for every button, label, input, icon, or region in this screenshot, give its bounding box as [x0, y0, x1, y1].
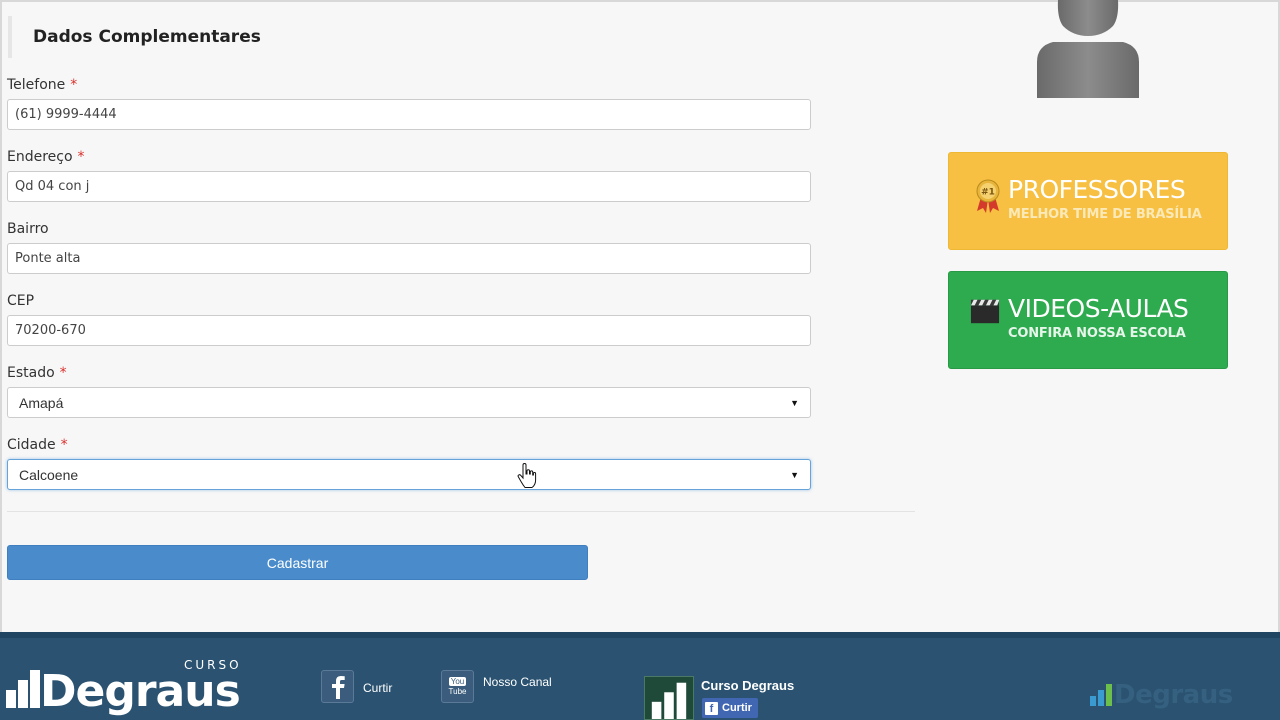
cadastrar-button[interactable]: Cadastrar: [7, 545, 588, 580]
fb-like-button[interactable]: f Curtir: [702, 698, 758, 718]
required-marker: *: [59, 365, 67, 381]
promo-subtitle: MELHOR TIME DE BRASÍLIA: [1008, 207, 1202, 222]
page-logo-icon: [644, 676, 694, 720]
logo-brand-text: Degraus: [1114, 680, 1233, 710]
award-ribbon-icon: #1: [976, 179, 1000, 213]
youtube-label: Nosso Canal: [483, 675, 552, 689]
telefone-label: Telefone *: [7, 77, 78, 93]
cidade-select[interactable]: Calcoene ▼: [7, 459, 811, 490]
estado-select[interactable]: Amapá ▼: [7, 387, 811, 418]
dropdown-caret-icon: ▼: [790, 469, 799, 480]
section-header: Dados Complementares: [8, 16, 261, 58]
cep-label: CEP: [7, 293, 35, 309]
bairro-label: Bairro: [7, 221, 49, 237]
section-title: Dados Complementares: [33, 27, 261, 47]
hand-cursor-icon: [517, 463, 537, 488]
page-name: Curso Degraus: [701, 678, 795, 693]
promo-title: VIDEOS-AULAS: [1008, 294, 1189, 323]
endereco-input[interactable]: Qd 04 con j: [7, 171, 811, 202]
footer-logo[interactable]: CURSO Degraus: [6, 658, 246, 720]
stairs-logo-icon: [1090, 684, 1112, 706]
cidade-label: Cidade *: [7, 437, 68, 453]
required-marker: *: [60, 437, 68, 453]
facebook-icon: f: [705, 701, 718, 715]
cep-input[interactable]: 70200-670: [7, 315, 811, 346]
promo-title: PROFESSORES: [1008, 175, 1186, 204]
dropdown-caret-icon: ▼: [790, 397, 799, 408]
facebook-icon: [321, 670, 354, 703]
youtube-icon: You Tube: [441, 670, 474, 703]
promo-subtitle: CONFIRA NOSSA ESCOLA: [1008, 326, 1186, 341]
logo-brand-text: Degraus: [40, 666, 241, 717]
estado-label: Estado *: [7, 365, 67, 381]
window-left-border: [0, 0, 2, 634]
svg-text:#1: #1: [981, 188, 995, 198]
bairro-input[interactable]: Ponte alta: [7, 243, 811, 274]
clapperboard-icon: [970, 299, 1000, 324]
youtube-link[interactable]: You Tube Nosso Canal: [441, 670, 552, 703]
footer-right-logo: Degraus: [1090, 680, 1240, 720]
professores-promo[interactable]: #1 PROFESSORES MELHOR TIME DE BRASÍLIA: [948, 152, 1228, 250]
required-marker: *: [77, 149, 85, 165]
form-divider: [7, 511, 915, 512]
facebook-label: Curtir: [363, 681, 393, 695]
user-avatar-icon: [1037, 0, 1139, 98]
endereco-label: Endereço *: [7, 149, 85, 165]
stairs-logo-icon: [6, 670, 40, 708]
telefone-input[interactable]: (61) 9999-4444: [7, 99, 811, 130]
videos-aulas-promo[interactable]: VIDEOS-AULAS CONFIRA NOSSA ESCOLA: [948, 271, 1228, 369]
facebook-link[interactable]: Curtir: [321, 670, 392, 703]
required-marker: *: [70, 77, 78, 93]
